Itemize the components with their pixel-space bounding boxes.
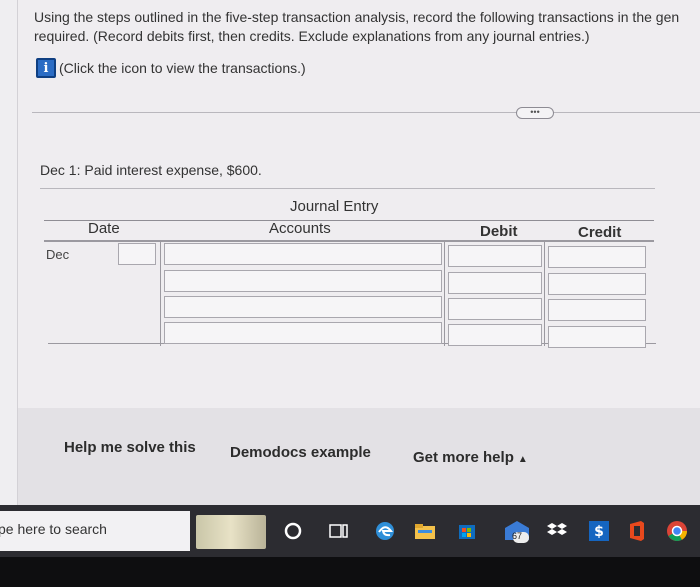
edge-browser-icon[interactable]	[372, 518, 398, 544]
instructions-text: Using the steps outlined in the five-ste…	[34, 8, 700, 46]
column-header-credit: Credit	[578, 224, 622, 241]
info-icon[interactable]: i	[36, 58, 56, 78]
file-explorer-icon[interactable]	[412, 518, 438, 544]
column-header-debit: Debit	[480, 223, 518, 240]
search-highlight-image[interactable]	[196, 515, 266, 549]
transaction-text: Dec 1: Paid interest expense, $600.	[40, 162, 262, 178]
debit-input-row-1[interactable]	[448, 245, 542, 267]
credit-field[interactable]	[549, 247, 645, 267]
credit-field[interactable]	[549, 327, 645, 347]
debit-input-row-3[interactable]	[448, 298, 542, 320]
account-input-row-1[interactable]	[164, 243, 442, 265]
help-panel: Help me solve this Demodocs example Get …	[18, 408, 700, 512]
column-header-date: Date	[88, 220, 120, 237]
dropbox-icon[interactable]	[544, 518, 570, 544]
get-more-help-label: Get more help	[413, 449, 514, 466]
account-field[interactable]	[165, 244, 441, 264]
help-me-solve-button[interactable]: Help me solve this	[64, 439, 196, 456]
windows-taskbar: pe here to search 67 $	[0, 505, 700, 557]
svg-text:$: $	[594, 524, 604, 540]
instructions-line-2: required. (Record debits first, then cre…	[34, 28, 590, 44]
divider	[40, 188, 655, 189]
more-options-button[interactable]: •••	[516, 107, 554, 119]
credit-input-row-4[interactable]	[548, 326, 646, 348]
header-underline	[44, 240, 654, 242]
debit-input-row-4[interactable]	[448, 324, 542, 346]
left-sidebar-strip	[0, 0, 18, 512]
dollar-app-icon[interactable]: $	[586, 518, 612, 544]
grid-divider	[444, 242, 445, 346]
task-view-icon[interactable]	[326, 518, 352, 544]
screen: Using the steps outlined in the five-ste…	[0, 0, 700, 512]
chrome-icon[interactable]	[664, 518, 690, 544]
date-month-label: Dec	[46, 247, 70, 262]
debit-field[interactable]	[449, 246, 541, 266]
grid-divider	[544, 242, 545, 346]
grid-divider	[160, 242, 161, 346]
instructions-line-1: Using the steps outlined in the five-ste…	[34, 9, 680, 25]
monitor-bezel	[0, 557, 700, 587]
debit-field[interactable]	[449, 299, 541, 319]
taskbar-search-box[interactable]: pe here to search	[0, 511, 190, 551]
account-field[interactable]	[165, 323, 441, 343]
debit-field[interactable]	[449, 325, 541, 345]
office-icon[interactable]	[624, 518, 650, 544]
date-day-input[interactable]	[118, 243, 156, 265]
account-field[interactable]	[165, 271, 441, 291]
account-input-row-4[interactable]	[164, 322, 442, 344]
info-row: i (Click the icon to view the transactio…	[36, 58, 306, 78]
credit-input-row-2[interactable]	[548, 273, 646, 295]
column-header-accounts: Accounts	[269, 220, 331, 237]
credit-field[interactable]	[549, 300, 645, 320]
credit-field[interactable]	[549, 274, 645, 294]
date-day-field[interactable]	[119, 244, 155, 264]
mail-badge-count: 67	[512, 531, 523, 541]
store-icon[interactable]	[454, 518, 480, 544]
header-divider	[44, 220, 654, 221]
journal-entry-title: Journal Entry	[290, 198, 379, 215]
debit-field[interactable]	[449, 273, 541, 293]
search-placeholder: pe here to search	[0, 521, 107, 537]
debit-input-row-2[interactable]	[448, 272, 542, 294]
info-text: (Click the icon to view the transactions…	[59, 60, 306, 76]
account-input-row-2[interactable]	[164, 270, 442, 292]
divider	[32, 112, 700, 113]
credit-input-row-1[interactable]	[548, 246, 646, 268]
caret-up-icon: ▲	[517, 454, 528, 465]
credit-input-row-3[interactable]	[548, 299, 646, 321]
demodocs-example-button[interactable]: Demodocs example	[230, 444, 371, 461]
account-field[interactable]	[165, 297, 441, 317]
get-more-help-button[interactable]: Get more help ▲	[413, 449, 528, 466]
account-input-row-3[interactable]	[164, 296, 442, 318]
mail-icon[interactable]: 67	[500, 518, 534, 544]
question-content: Using the steps outlined in the five-ste…	[18, 0, 700, 420]
cortana-circle-icon[interactable]	[280, 518, 306, 544]
